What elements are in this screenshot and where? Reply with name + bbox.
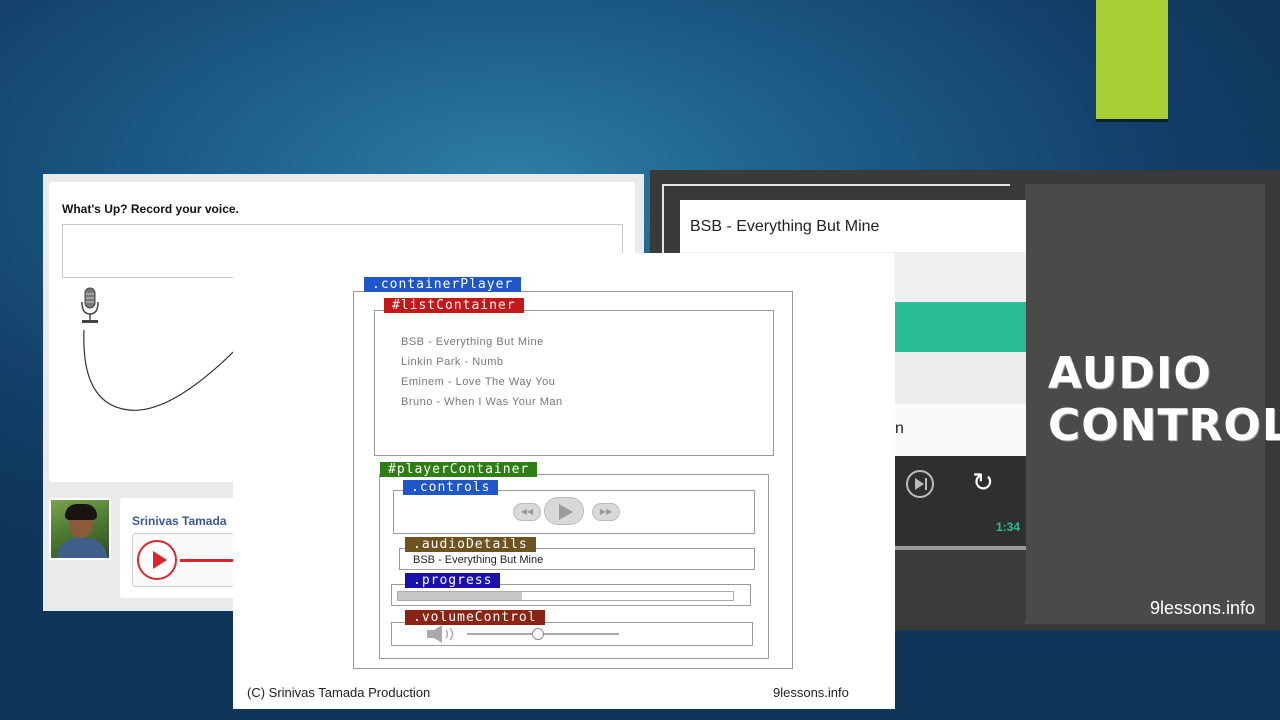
current-track-text: BSB - Everything But Mine	[413, 554, 544, 566]
list-container-label: #listContainer	[384, 298, 524, 313]
controls-label: .controls	[403, 480, 499, 495]
record-title: What's Up? Record your voice.	[62, 202, 239, 216]
user-name-link[interactable]: Srinivas Tamada	[132, 514, 227, 528]
credit-text: (C) Srinivas Tamada Production	[247, 685, 431, 700]
skip-forward-icon[interactable]	[906, 470, 934, 498]
headline-line-2: CONTROLS	[1048, 400, 1280, 451]
fast-forward-button[interactable]: ▶▶	[592, 503, 620, 521]
container-player-label: .containerPlayer	[364, 277, 522, 292]
elapsed-time: 1:34	[996, 520, 1021, 534]
headline-line-1: AUDIO	[1048, 348, 1212, 399]
speaker-icon[interactable]	[425, 625, 461, 643]
progress-label: .progress	[405, 573, 501, 588]
brand-text: 9lessons.info	[773, 685, 849, 700]
track-item[interactable]: Linkin Park - Numb	[401, 356, 504, 368]
slide-headline: AUDIO CONTROLS	[1048, 348, 1280, 452]
player-container-label: #playerContainer	[380, 462, 538, 477]
playlist-row-label: n	[895, 420, 904, 437]
volume-control-label: .volumeControl	[405, 610, 545, 625]
track-item[interactable]: Eminem - Love The Way You	[401, 376, 555, 388]
play-button[interactable]	[137, 540, 177, 580]
microphone-icon[interactable]	[77, 286, 103, 326]
waveform-curve	[83, 330, 249, 411]
track-item[interactable]: BSB - Everything But Mine	[401, 336, 544, 348]
brand-label: 9lessons.info	[1150, 598, 1256, 618]
progress-fill	[398, 592, 522, 600]
audio-details-label: .audioDetails	[405, 537, 536, 552]
player-header: BSB - Everything But Mine	[680, 200, 1026, 252]
rewind-button[interactable]: ◀◀	[513, 503, 541, 521]
play-button[interactable]	[544, 497, 584, 525]
volume-slider-knob[interactable]	[532, 628, 544, 640]
repeat-icon[interactable]: ↻	[972, 468, 994, 498]
accent-bar	[1096, 0, 1168, 122]
user-avatar[interactable]	[49, 498, 111, 560]
track-item[interactable]: Bruno - When I Was Your Man	[401, 396, 563, 408]
now-playing-title: BSB - Everything But Mine	[690, 218, 880, 235]
layout-diagram: .containerPlayer #listContainer BSB - Ev…	[233, 253, 895, 709]
